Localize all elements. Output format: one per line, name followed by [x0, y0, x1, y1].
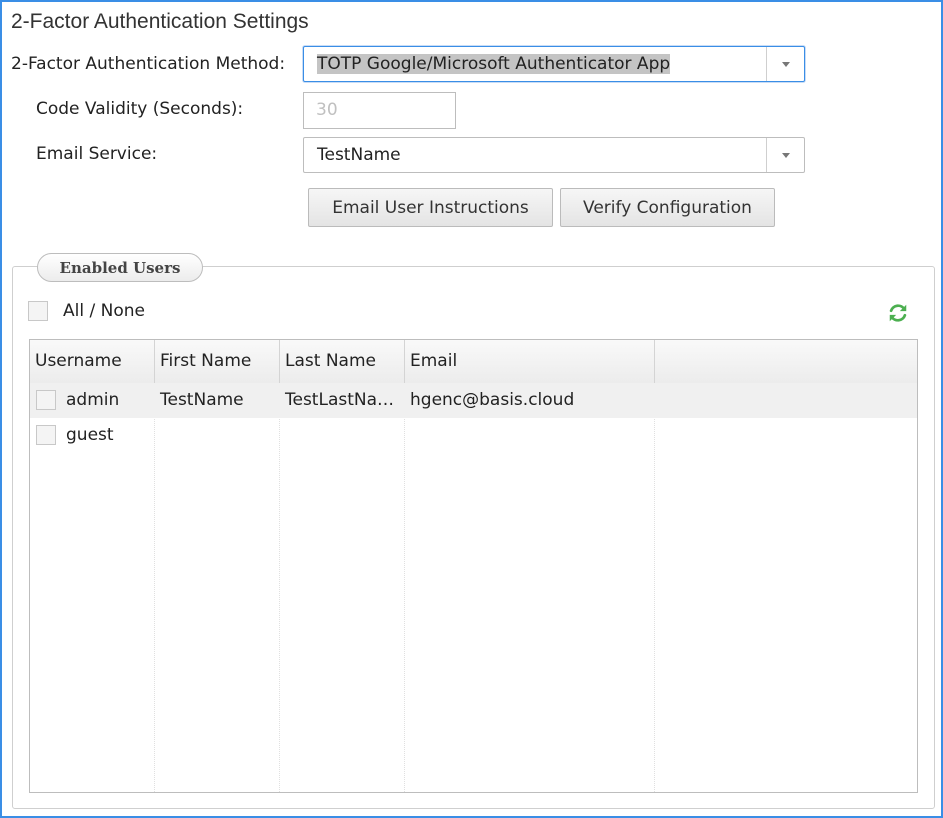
row-checkbox[interactable] — [36, 390, 56, 410]
column-header-last-name[interactable]: Last Name — [280, 340, 405, 383]
enabled-users-legend: Enabled Users — [37, 253, 203, 282]
chevron-down-icon — [781, 61, 790, 67]
refresh-icon[interactable] — [887, 302, 909, 324]
email-service-dropdown-button[interactable] — [766, 138, 804, 172]
column-header-first-name[interactable]: First Name — [155, 340, 280, 383]
method-dropdown-button[interactable] — [766, 47, 804, 81]
email-user-instructions-button[interactable]: Email User Instructions — [308, 188, 553, 227]
method-select-value: TOTP Google/Microsoft Authenticator App — [317, 54, 671, 74]
settings-panel: 2-Factor Authentication Settings 2-Facto… — [0, 0, 943, 818]
validity-label: Code Validity (Seconds): — [36, 99, 244, 119]
email-service-label: Email Service: — [36, 144, 158, 164]
users-grid: Username First Name Last Name Email admi… — [29, 339, 918, 793]
cell-last-name: TestLastName — [285, 390, 402, 410]
email-service-select[interactable]: TestName — [303, 137, 805, 173]
row-checkbox[interactable] — [36, 425, 56, 445]
table-row[interactable]: guest — [30, 418, 917, 453]
page-title: 2-Factor Authentication Settings — [11, 10, 309, 33]
cell-email: hgenc@basis.cloud — [410, 390, 575, 410]
method-label: 2-Factor Authentication Method: — [11, 54, 286, 74]
cell-email — [405, 418, 655, 453]
all-none-checkbox[interactable] — [28, 301, 48, 321]
cell-username: admin — [66, 390, 120, 410]
cell-last-name — [280, 418, 402, 453]
cell-first-name — [155, 418, 280, 453]
column-header-username[interactable]: Username — [30, 340, 155, 383]
verify-configuration-button[interactable]: Verify Configuration — [560, 188, 775, 227]
grid-header: Username First Name Last Name Email — [30, 340, 917, 384]
method-select[interactable]: TOTP Google/Microsoft Authenticator App — [303, 46, 805, 82]
all-none-label: All / None — [63, 301, 145, 321]
column-header-email[interactable]: Email — [405, 340, 655, 383]
cell-username: guest — [66, 425, 114, 445]
code-validity-input[interactable]: 30 — [303, 92, 456, 129]
table-row[interactable]: admin TestName TestLastName hgenc@basis.… — [30, 383, 917, 418]
cell-first-name: TestName — [160, 390, 244, 410]
email-service-value: TestName — [317, 145, 401, 165]
chevron-down-icon — [781, 152, 790, 158]
